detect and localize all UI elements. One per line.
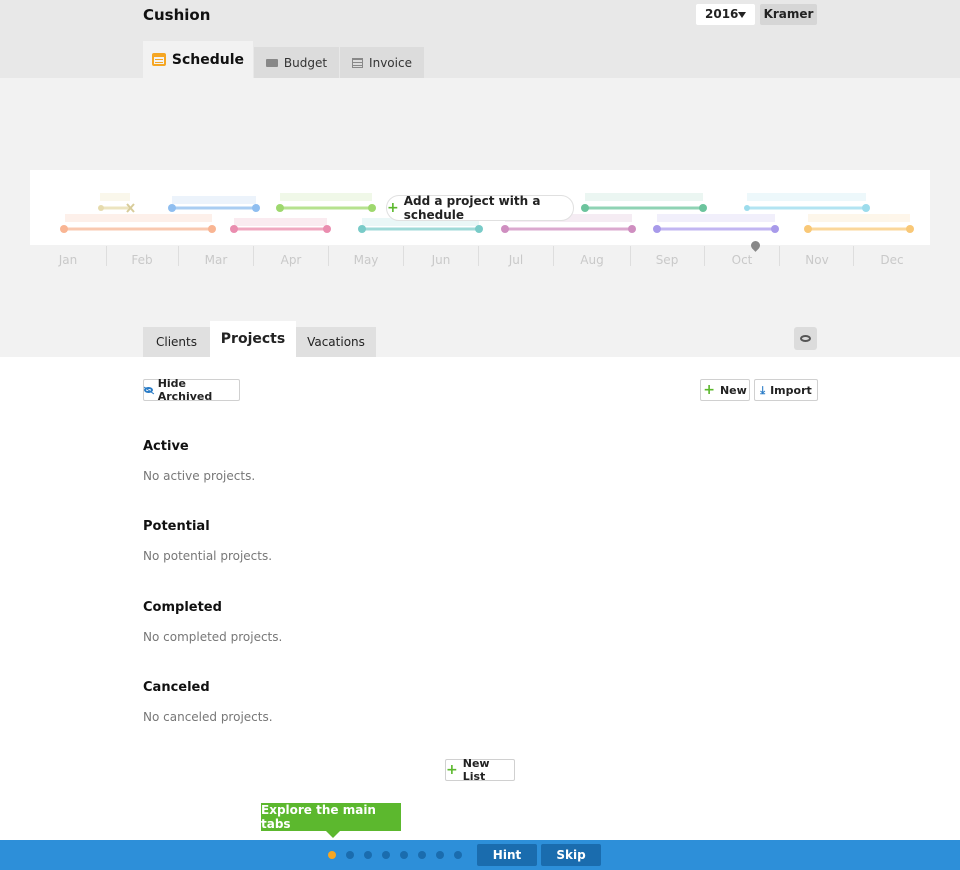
new-label: New [719, 383, 747, 397]
app-title[interactable]: Cushion [143, 6, 210, 24]
skip-button[interactable]: Skip [541, 844, 601, 866]
hint-button[interactable]: Hint [477, 844, 537, 866]
month-divider [253, 246, 254, 266]
document-icon [352, 57, 364, 68]
year-select[interactable]: 2016 [696, 4, 755, 25]
plus-icon: + [387, 200, 399, 216]
section-empty-active: No active projects. [143, 469, 256, 483]
tab-schedule[interactable]: Schedule [143, 41, 253, 78]
section-title-completed: Completed [143, 600, 222, 615]
year-value: 2016 [705, 7, 739, 21]
month-divider [178, 246, 179, 266]
new-list-label: New List [462, 757, 490, 783]
month-divider [403, 246, 404, 266]
section-title-canceled: Canceled [143, 680, 210, 695]
month-divider [106, 246, 107, 266]
schedule-timeline: + Add a project with a schedule Jan Feb … [0, 78, 960, 357]
tab-label: Budget [283, 55, 328, 70]
month-label: Feb [131, 253, 153, 267]
month-divider [704, 246, 705, 266]
month-label: Mar [204, 253, 228, 267]
tab-invoice[interactable]: Invoice [340, 47, 424, 78]
tour-step-dot[interactable] [400, 851, 408, 859]
section-empty-completed: No completed projects. [143, 630, 283, 644]
tour-step-dot[interactable] [382, 851, 390, 859]
hide-archived-button[interactable]: Hide Archived [143, 377, 240, 403]
eye-slash-icon [144, 387, 153, 393]
new-list-button[interactable]: + New List [445, 757, 515, 783]
month-label: Jan [58, 253, 78, 267]
month-label: Sep [655, 253, 679, 267]
section-empty-canceled: No canceled projects. [143, 710, 273, 724]
plus-icon: + [446, 762, 458, 778]
money-icon [265, 58, 278, 67]
tab-vacations[interactable]: Vacations [296, 327, 376, 357]
tour-step-dot[interactable] [346, 851, 354, 859]
section-title-potential: Potential [143, 519, 210, 534]
month-label: Nov [805, 253, 829, 267]
plus-icon: + [703, 382, 715, 398]
month-divider [328, 246, 329, 266]
month-label: Jun [431, 253, 451, 267]
hide-archived-label: Hide Archived [157, 377, 213, 403]
tour-tooltip: Explore the main tabs [261, 803, 401, 838]
section-title-active: Active [143, 439, 189, 454]
new-project-button[interactable]: + New [700, 379, 750, 401]
month-divider [553, 246, 554, 266]
tab-label: Schedule [171, 51, 245, 68]
import-label: Import [770, 383, 812, 397]
month-divider [478, 246, 479, 266]
tab-projects[interactable]: Projects [210, 321, 296, 357]
tab-budget[interactable]: Budget [254, 47, 339, 78]
month-divider [779, 246, 780, 266]
tour-step-dot[interactable] [418, 851, 426, 859]
visibility-toggle-button[interactable] [794, 327, 817, 350]
download-icon: ⤓ [760, 383, 766, 397]
month-label: Aug [580, 253, 604, 267]
month-label: Oct [731, 253, 753, 267]
tour-step-dot[interactable] [364, 851, 372, 859]
month-label: Dec [880, 253, 904, 267]
tab-label: Invoice [369, 55, 412, 70]
add-project-label: Add a project with a schedule [403, 194, 541, 222]
user-menu-button[interactable]: Kramer [760, 4, 817, 25]
month-label: May [353, 253, 379, 267]
import-button[interactable]: ⤓ Import [754, 379, 818, 401]
month-divider [853, 246, 854, 266]
tour-step-dot[interactable] [436, 851, 444, 859]
eye-icon [800, 335, 811, 342]
tab-clients[interactable]: Clients [143, 327, 210, 357]
month-divider [630, 246, 631, 266]
month-label: Apr [280, 253, 302, 267]
add-project-button[interactable]: + Add a project with a schedule [386, 194, 574, 222]
chevron-down-icon [738, 12, 746, 18]
month-label: Jul [508, 253, 524, 267]
tour-step-dot[interactable] [454, 851, 462, 859]
section-empty-potential: No potential projects. [143, 549, 273, 563]
tour-step-dot[interactable] [328, 851, 336, 859]
calendar-icon [151, 53, 166, 66]
app-header: Cushion 2016 Kramer Schedule Budget Invo… [0, 0, 960, 78]
